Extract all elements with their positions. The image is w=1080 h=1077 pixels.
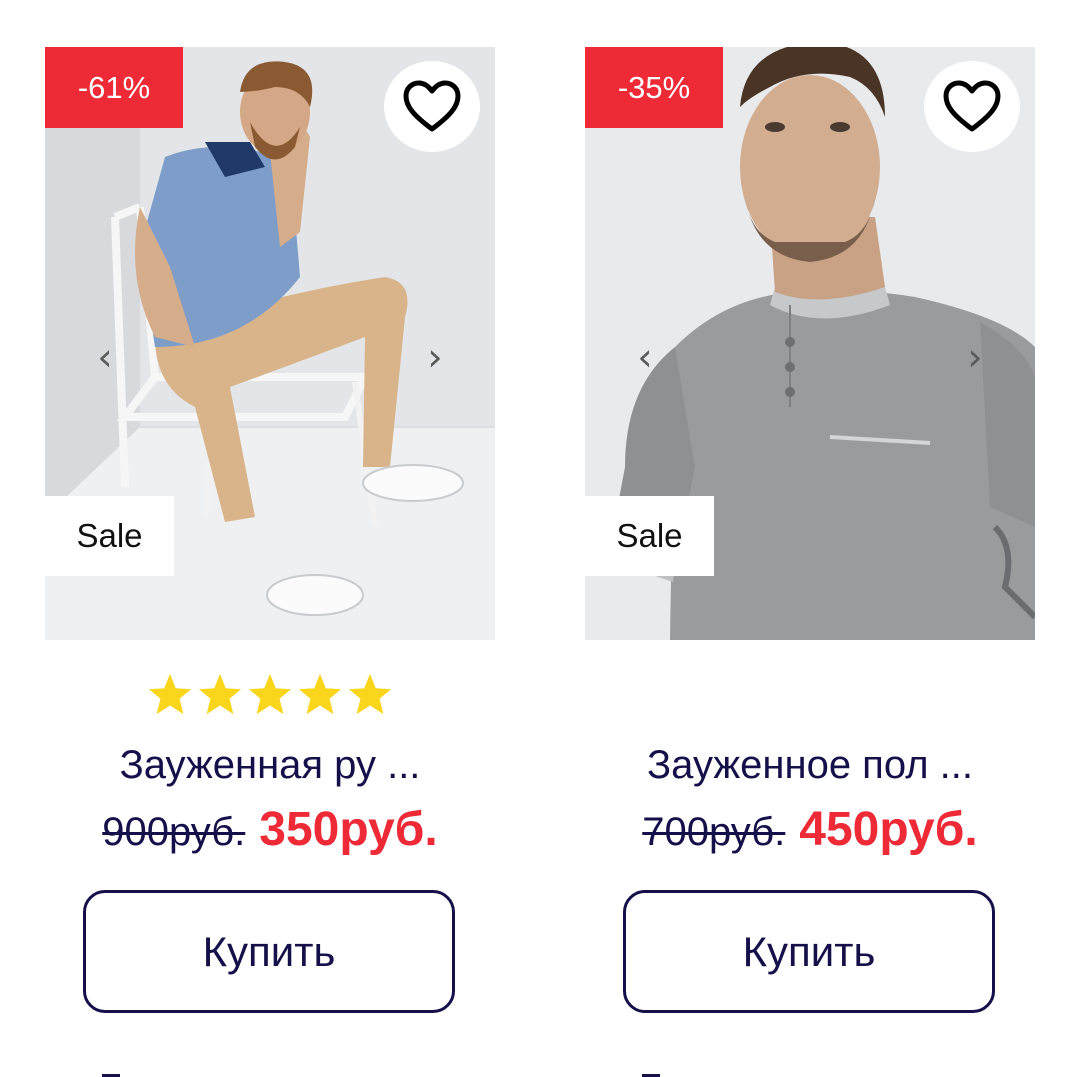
- discount-badge: -35%: [585, 47, 723, 128]
- discount-badge: -61%: [45, 47, 183, 128]
- buy-button[interactable]: Купить: [83, 890, 455, 1013]
- star-icon: [148, 673, 192, 715]
- chevron-right-icon[interactable]: ›: [415, 335, 455, 379]
- star-icon: [198, 673, 242, 715]
- product-name[interactable]: Зауженная ру ...: [45, 737, 495, 793]
- star-icon: [298, 673, 342, 715]
- product-card[interactable]: -35% ‹ › Sale Зауженное пол ... 700руб. …: [585, 47, 1035, 1077]
- sale-label: Sale: [585, 496, 714, 576]
- favorite-button[interactable]: [924, 61, 1020, 152]
- new-price: 450руб.: [799, 803, 978, 856]
- price-row: 900руб. 350руб.: [45, 802, 495, 857]
- old-price: 700руб.: [642, 810, 786, 854]
- chevron-right-icon[interactable]: ›: [955, 335, 995, 379]
- old-price: 900руб.: [102, 810, 246, 854]
- new-price: 350руб.: [259, 803, 438, 856]
- rating-stars: [45, 672, 495, 717]
- favorite-button[interactable]: [384, 61, 480, 152]
- chevron-left-icon[interactable]: ‹: [625, 335, 665, 379]
- heart-outline-icon: [403, 80, 461, 131]
- sale-label: Sale: [45, 496, 174, 576]
- chevron-left-icon[interactable]: ‹: [85, 335, 125, 379]
- product-name[interactable]: Зауженное пол ...: [585, 737, 1035, 793]
- product-image[interactable]: -61% ‹ › Sale: [45, 47, 495, 640]
- product-card[interactable]: -61% ‹ › Sale Зауженная ру ... 900руб. 3…: [45, 47, 495, 1077]
- star-icon: [248, 673, 292, 715]
- buy-button[interactable]: Купить: [623, 890, 995, 1013]
- price-row: 700руб. 450руб.: [585, 802, 1035, 857]
- product-image[interactable]: -35% ‹ › Sale: [585, 47, 1035, 640]
- star-icon: [348, 673, 392, 715]
- heart-outline-icon: [943, 80, 1001, 131]
